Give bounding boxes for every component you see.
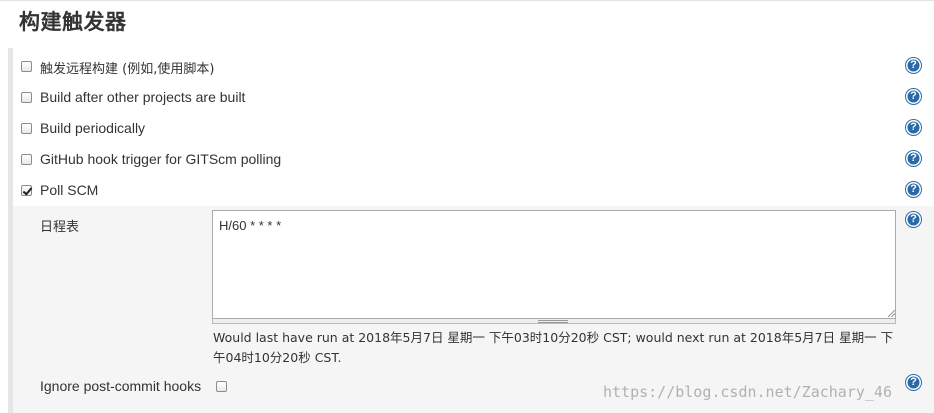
- trigger-github-hook-checkbox[interactable]: [21, 154, 32, 165]
- help-icon[interactable]: ?: [906, 151, 921, 166]
- section-title: 构建触发器: [19, 10, 127, 34]
- trigger-row-remote: 触发远程构建 (例如,使用脚本) ?: [0, 55, 934, 86]
- help-icon[interactable]: ?: [906, 58, 921, 73]
- trigger-github-hook-label[interactable]: GitHub hook trigger for GITScm polling: [40, 151, 281, 167]
- trigger-row-after-other: Build after other projects are built ?: [0, 86, 934, 117]
- schedule-run-info: Would last have run at 2018年5月7日 星期一 下午0…: [213, 330, 894, 365]
- trigger-poll-scm-label[interactable]: Poll SCM: [40, 182, 98, 198]
- trigger-remote-checkbox[interactable]: [21, 61, 32, 72]
- help-icon[interactable]: ?: [906, 120, 921, 135]
- top-divider: [0, 0, 934, 1]
- schedule-label: 日程表: [40, 220, 80, 235]
- trigger-row-periodically: Build periodically ?: [0, 117, 934, 148]
- trigger-periodically-checkbox[interactable]: [21, 123, 32, 134]
- ignore-hooks-checkbox[interactable]: [216, 381, 227, 392]
- trigger-after-other-checkbox[interactable]: [21, 92, 32, 103]
- help-icon[interactable]: ?: [906, 212, 921, 227]
- trigger-after-other-label[interactable]: Build after other projects are built: [40, 89, 245, 105]
- help-icon[interactable]: ?: [906, 89, 921, 104]
- schedule-textarea[interactable]: H/60 * * * *: [212, 210, 896, 319]
- ignore-hooks-label: Ignore post-commit hooks: [40, 378, 202, 394]
- trigger-remote-label[interactable]: 触发远程构建 (例如,使用脚本): [40, 58, 214, 77]
- textarea-drag-bar[interactable]: [212, 319, 896, 324]
- watermark-text: https://blog.csdn.net/Zachary_46: [603, 383, 892, 401]
- textarea-resize-grip[interactable]: [888, 310, 895, 317]
- trigger-row-github-hook: GitHub hook trigger for GITScm polling ?: [0, 148, 934, 179]
- drag-handle-icon: [538, 320, 568, 323]
- trigger-periodically-label[interactable]: Build periodically: [40, 120, 145, 136]
- help-icon[interactable]: ?: [906, 375, 921, 390]
- help-icon[interactable]: ?: [906, 182, 921, 197]
- trigger-poll-scm-checkbox[interactable]: [21, 185, 32, 196]
